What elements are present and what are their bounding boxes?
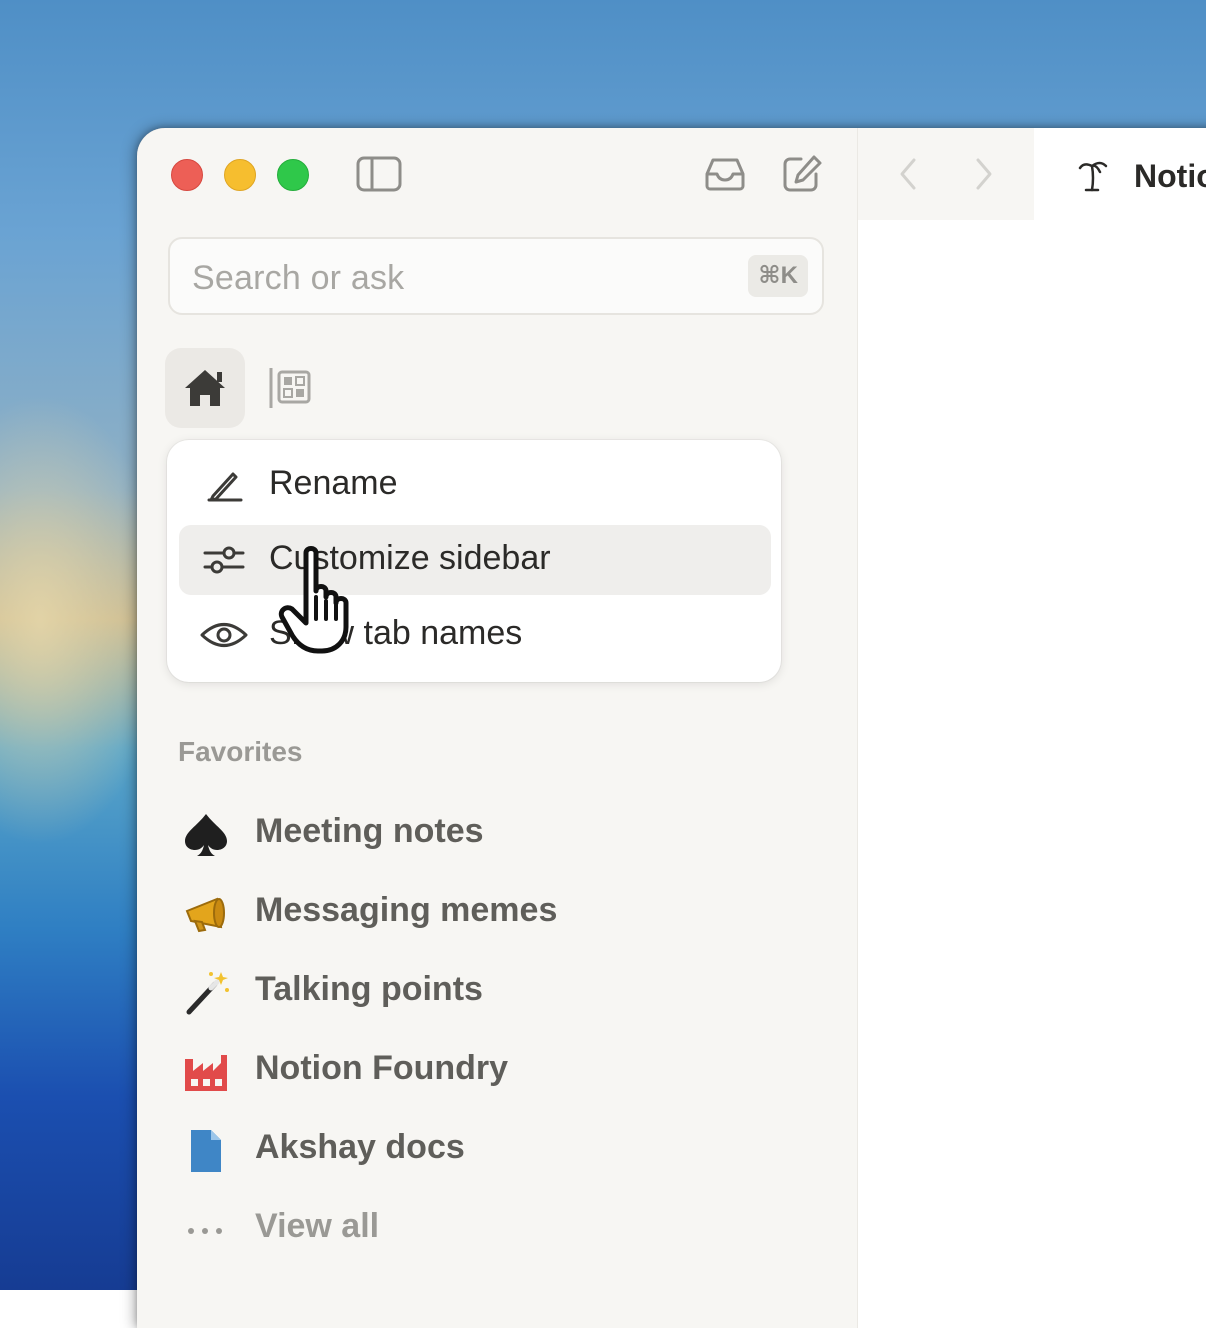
- zoom-window-button[interactable]: [277, 159, 309, 191]
- favorite-akshay-docs[interactable]: Akshay docs: [167, 1118, 767, 1184]
- favorites-heading: Favorites: [178, 736, 303, 767]
- menu-item-customize-sidebar[interactable]: Customize sidebar: [179, 525, 771, 595]
- back-arrow-icon[interactable]: [894, 156, 924, 192]
- more-dots-icon: [181, 1205, 231, 1255]
- tab-context-menu: Rename Customize sidebar Show tab names: [167, 440, 781, 682]
- favorite-label: Notion Foundry: [255, 1049, 509, 1087]
- favorite-messaging-memes[interactable]: Messaging memes: [167, 881, 767, 947]
- view-all-favorites[interactable]: View all: [167, 1197, 767, 1263]
- inbox-icon[interactable]: [703, 156, 747, 192]
- eye-icon: [199, 614, 249, 656]
- pencil-icon: [199, 464, 249, 506]
- sidebar-toggle-icon[interactable]: [356, 155, 402, 193]
- favorite-label: Meeting notes: [255, 812, 484, 850]
- favorite-meeting-notes[interactable]: Meeting notes: [167, 802, 767, 868]
- menu-item-label: Rename: [269, 464, 398, 502]
- favorite-label: Messaging memes: [255, 891, 558, 929]
- main-area: Notion: [858, 128, 1206, 1328]
- home-icon: [185, 370, 225, 406]
- sidebar: Search or ask ⌘K Rename Customize sideba…: [137, 128, 858, 1328]
- new-page-icon[interactable]: [781, 154, 823, 194]
- favorite-label: Akshay docs: [255, 1128, 465, 1166]
- view-all-label: View all: [255, 1207, 380, 1245]
- forward-arrow-icon[interactable]: [968, 156, 998, 192]
- close-window-button[interactable]: [171, 159, 203, 191]
- spade-icon: [181, 810, 231, 860]
- menu-item-rename[interactable]: Rename: [179, 450, 771, 520]
- minimize-window-button[interactable]: [224, 159, 256, 191]
- search-input[interactable]: Search or ask ⌘K: [168, 237, 824, 315]
- pointer-hand-cursor-icon: [276, 545, 366, 657]
- factory-icon: [181, 1047, 231, 1097]
- tab-gallery-icon[interactable]: [267, 364, 313, 412]
- magic-wand-icon: [181, 968, 231, 1018]
- search-shortcut-badge: ⌘K: [748, 255, 808, 297]
- menu-item-show-tab-names[interactable]: Show tab names: [179, 600, 771, 670]
- active-tab[interactable]: Notion: [1034, 128, 1206, 220]
- favorite-notion-foundry[interactable]: Notion Foundry: [167, 1039, 767, 1105]
- app-window: Search or ask ⌘K Rename Customize sideba…: [137, 128, 1206, 1328]
- favorite-talking-points[interactable]: Talking points: [167, 960, 767, 1026]
- palm-tree-icon: [1078, 158, 1108, 192]
- favorite-label: Talking points: [255, 970, 483, 1008]
- sliders-icon: [199, 539, 249, 581]
- desktop-background: Search or ask ⌘K Rename Customize sideba…: [0, 0, 1206, 1328]
- document-icon: [181, 1126, 231, 1176]
- tab-bar: Notion: [858, 128, 1206, 220]
- tab-title: Notion: [1134, 158, 1206, 194]
- home-tab[interactable]: [165, 348, 245, 428]
- megaphone-icon: [181, 889, 231, 939]
- search-placeholder: Search or ask: [192, 259, 405, 297]
